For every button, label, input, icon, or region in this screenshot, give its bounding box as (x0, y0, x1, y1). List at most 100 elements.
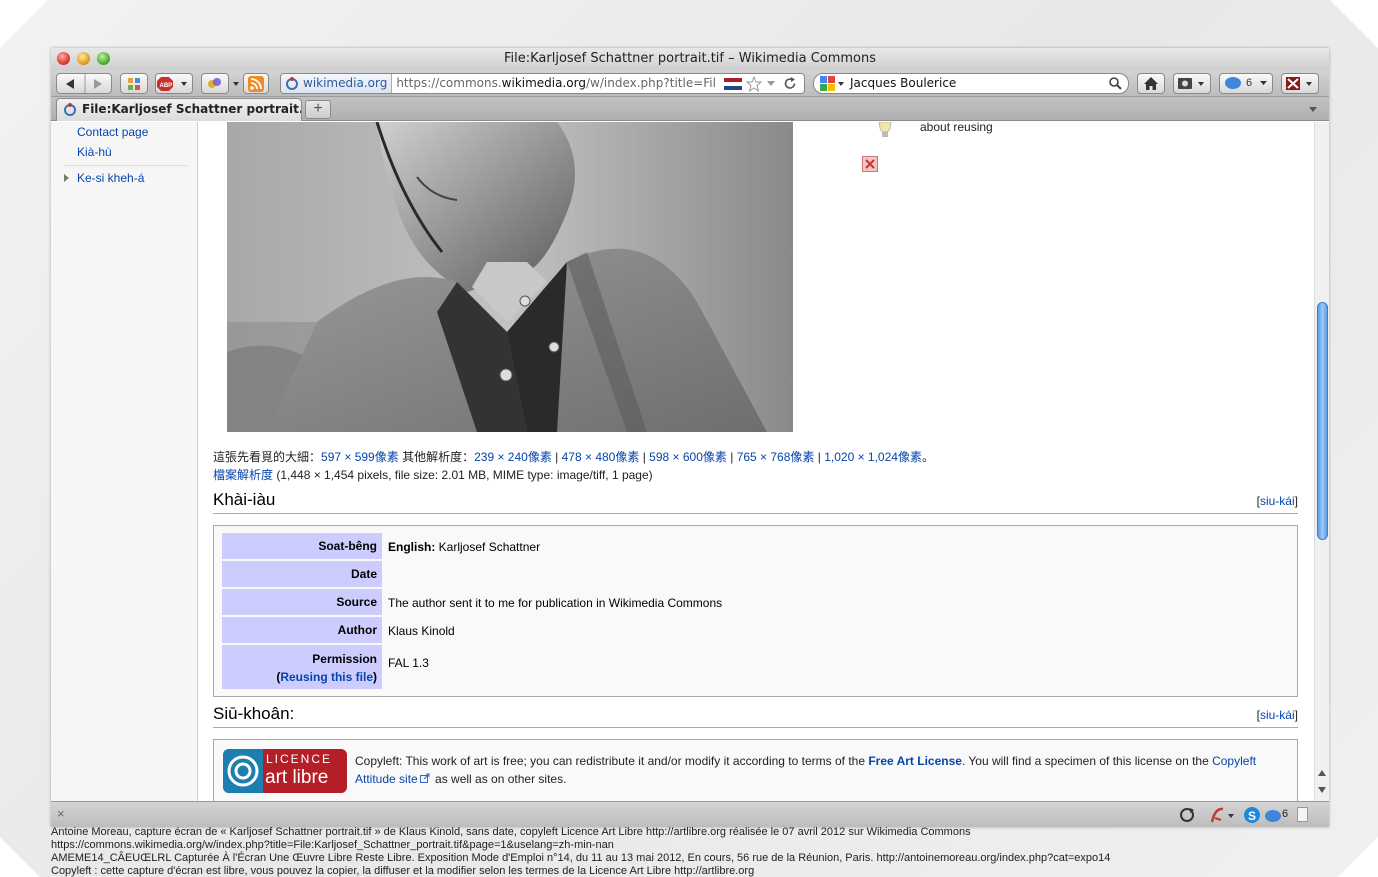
edit-link[interactable]: siu-kái (1260, 708, 1295, 722)
resolution-link[interactable]: 1,020 × 1,024像素 (824, 450, 922, 464)
reusing-this-file-link[interactable]: Reusing this file (280, 670, 373, 684)
title-bar: File:Karljosef Schattner portrait.tif – … (51, 48, 1329, 70)
forward-arrow-icon[interactable] (92, 78, 104, 90)
scrollbar-thumb[interactable] (1317, 302, 1328, 540)
scroll-up-arrow-icon[interactable] (1318, 769, 1327, 777)
netherlands-flag-icon[interactable] (724, 78, 742, 90)
other-resolutions-label: 其他解析度： (398, 450, 475, 464)
caption-line-2: https://commons.wikimedia.org/w/index.ph… (51, 839, 614, 851)
sync-icon[interactable] (1179, 807, 1195, 823)
sidebar-item-contact-page[interactable]: Contact page (77, 125, 148, 139)
licensing-edit-link: [siu-kái] (1256, 708, 1298, 722)
portrait-image[interactable] (227, 122, 793, 432)
sidebar-divider (63, 165, 187, 166)
addon-button[interactable] (1281, 73, 1319, 94)
preview-size-link[interactable]: 597 × 599像素 (321, 450, 399, 464)
resolution-link[interactable]: 765 × 768像素 (737, 450, 815, 464)
resolution-link[interactable]: 239 × 240像素 (474, 450, 552, 464)
rss-button[interactable] (243, 73, 269, 94)
page-icon[interactable] (1297, 807, 1308, 822)
license-text-part: Copyleft: This work of art is free; you … (355, 754, 869, 768)
frame-corner (0, 837, 40, 877)
url-path: /w/index.php?title=Fil (585, 76, 716, 90)
status-bar: × S 6 (51, 801, 1329, 827)
tab-list-dropdown-icon[interactable] (1309, 107, 1318, 113)
sidebar-item-ke-si-kheh-a[interactable]: Ke-si kheh-á (77, 171, 144, 185)
summary-heading: Khài-iàu (213, 490, 276, 509)
expand-triangle-icon[interactable] (64, 174, 69, 182)
tab-label: File:Karljosef Schattner portrait.... (82, 102, 302, 116)
caption-line-4: Copyleft : cette capture d'écran est lib… (51, 865, 755, 877)
extension-button[interactable] (201, 73, 229, 94)
back-arrow-icon[interactable] (64, 78, 76, 90)
resolution-link[interactable]: 478 × 480像素 (562, 450, 640, 464)
camera-icon (1178, 78, 1204, 89)
chat-bubble-icon[interactable] (1264, 809, 1282, 823)
close-window-button[interactable] (57, 52, 70, 65)
frame-corner (0, 0, 48, 48)
vertical-scrollbar[interactable] (1314, 122, 1329, 801)
row-label-source: Source (222, 589, 382, 615)
url-prefix: https://commons. (396, 76, 502, 90)
license-box: LICENCE art libre Copyleft: This work of… (213, 739, 1298, 801)
caption-line-1: Antoine Moreau, capture écran de « Karlj… (51, 826, 971, 838)
zoom-window-button[interactable] (97, 52, 110, 65)
tab-active[interactable]: File:Karljosef Schattner portrait.... (56, 98, 302, 121)
row-label-permission: Permission (Reusing this file) (222, 645, 382, 689)
logo-ring-icon (227, 755, 259, 787)
row-label-date: Date (222, 561, 382, 587)
status-chat-count: 6 (1282, 808, 1289, 820)
row-label-author: Author (222, 617, 382, 643)
scroll-down-arrow-icon[interactable] (1318, 786, 1327, 794)
license-text-part: . You will find a specimen of this licen… (961, 754, 1213, 768)
bookmarks-button[interactable] (120, 73, 148, 94)
resolution-prefix: 這張先看覓的大細： (213, 450, 322, 464)
copyleft-attitude-link[interactable]: Copyleft (1212, 754, 1256, 768)
script-icon[interactable] (1209, 806, 1235, 824)
url-text[interactable]: https://commons.wikimedia.org/w/index.ph… (392, 74, 716, 93)
full-resolution-link[interactable]: 檔案解析度 (213, 468, 273, 482)
search-box[interactable]: Jacques Boulerice (813, 73, 1129, 94)
sidebar-item-kia-hu[interactable]: Kià-hù (77, 145, 112, 159)
page-content: Contact page Kià-hù Ke-si kheh-á about r… (51, 122, 1314, 801)
new-tab-button[interactable]: + (305, 100, 331, 119)
chat-status-button[interactable]: 6 (1219, 73, 1273, 94)
reuse-info-text: about reusing (920, 122, 993, 134)
permission-label: Permission (312, 652, 377, 666)
dropdown-arrow-icon[interactable] (233, 82, 240, 87)
licence-art-libre-logo[interactable]: LICENCE art libre (223, 749, 347, 793)
history-dropdown-icon[interactable] (767, 81, 776, 87)
row-value-author: Klaus Kinold (388, 624, 455, 638)
google-search-engine-icon[interactable] (820, 76, 846, 92)
frame-corner (1338, 837, 1378, 877)
home-button[interactable] (1137, 73, 1165, 94)
apps-grid-icon (128, 78, 140, 90)
search-icon[interactable] (1109, 77, 1122, 90)
resolution-separator: | (639, 450, 650, 464)
minimize-window-button[interactable] (77, 52, 90, 65)
bookmark-star-icon[interactable] (746, 76, 762, 92)
chat-bubble-icon (1225, 77, 1241, 89)
sidebar: Contact page Kià-hù Ke-si kheh-á (51, 122, 198, 801)
site-identity-button[interactable]: wikimedia.org (281, 74, 393, 93)
description-language: English: (388, 540, 436, 554)
screenshot-button[interactable] (1173, 73, 1211, 94)
adblock-button[interactable]: ABP (155, 73, 193, 94)
row-value-permission: FAL 1.3 (388, 656, 429, 670)
resolution-separator: | (814, 450, 825, 464)
external-link-icon (419, 773, 430, 783)
address-bar[interactable]: wikimedia.org https://commons.wikimedia.… (280, 73, 805, 94)
edit-link[interactable]: siu-kái (1260, 494, 1295, 508)
adblock-icon: ABP (157, 77, 187, 91)
skype-icon[interactable]: S (1243, 806, 1261, 824)
resolution-link[interactable]: 598 × 600像素 (649, 450, 727, 464)
resolution-separator: | (726, 450, 737, 464)
free-art-license-link[interactable]: Free Art License (868, 754, 962, 768)
reload-icon[interactable] (784, 77, 797, 90)
copyleft-attitude-link[interactable]: Attitude site (355, 772, 418, 786)
puzzle-icon (208, 78, 221, 88)
close-addon-bar-icon[interactable]: × (57, 806, 65, 821)
license-text: Copyleft: This work of art is free; you … (355, 752, 1285, 788)
heading-rule (213, 727, 1298, 728)
resolution-end: 。 (921, 450, 934, 464)
